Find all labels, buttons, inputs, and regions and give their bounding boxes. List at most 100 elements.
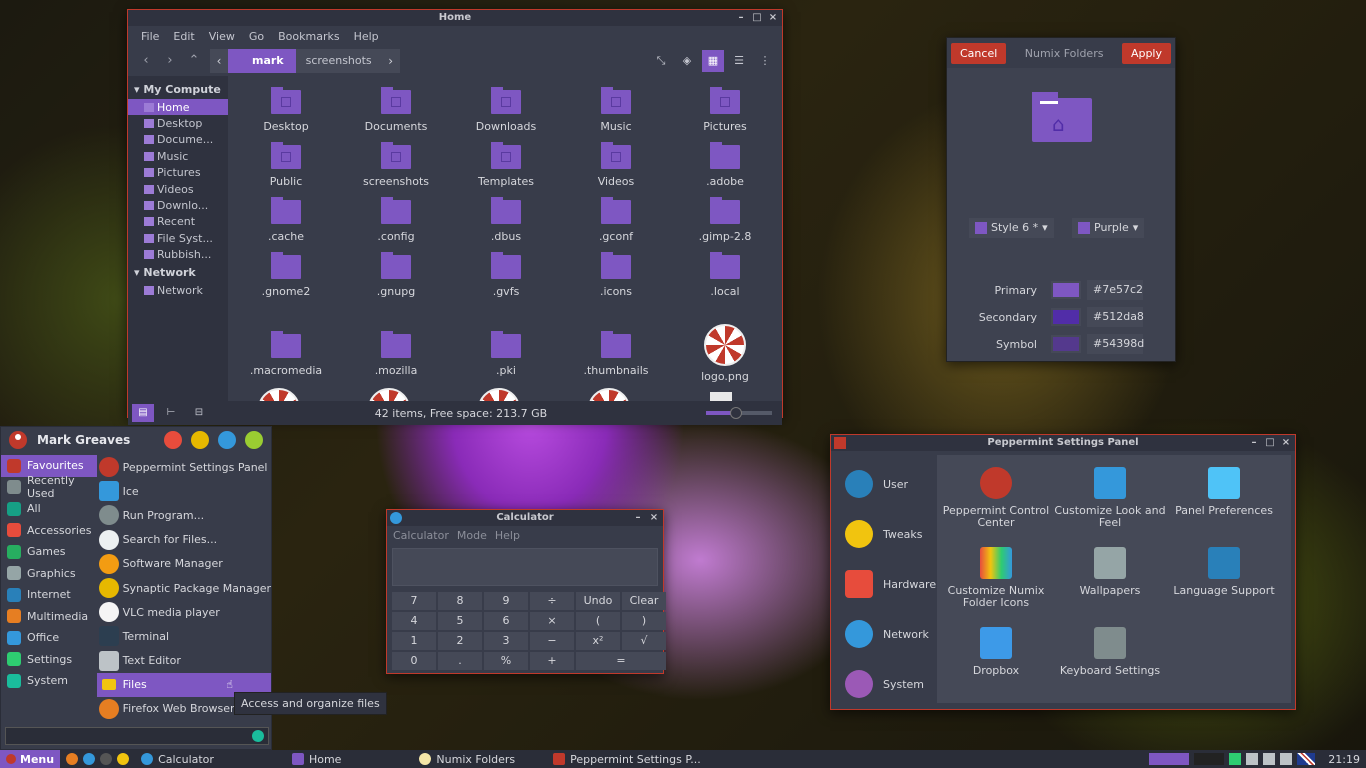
clock[interactable]: 21:19	[1328, 753, 1360, 766]
calc-key[interactable]: ×	[530, 612, 574, 630]
file-item[interactable]: .mozilla	[346, 324, 446, 377]
app-vlc[interactable]: VLC media player	[97, 600, 271, 624]
category-all[interactable]: All	[1, 498, 97, 520]
file-item[interactable]: .gnupg	[346, 252, 446, 298]
file-item[interactable]: .config	[346, 197, 446, 243]
calc-key[interactable]: x²	[576, 632, 620, 650]
symbol-hex-input[interactable]: #54398d	[1087, 334, 1144, 354]
sidebar-item-rubbish[interactable]: Rubbish...	[128, 247, 228, 263]
calc-key[interactable]: −	[530, 632, 574, 650]
category-graphics[interactable]: Graphics	[1, 563, 97, 585]
files-icon[interactable]	[117, 753, 130, 765]
menu-mode[interactable]: Mode	[453, 529, 491, 542]
calc-key[interactable]: +	[530, 652, 574, 670]
task-home[interactable]: Home	[286, 750, 353, 768]
zoom-slider[interactable]	[706, 407, 772, 419]
close-icon[interactable]: ×	[649, 510, 659, 526]
resize-icon[interactable]: ⤡	[650, 50, 672, 72]
calc-key[interactable]: 2	[438, 632, 482, 650]
category-recently-used[interactable]: Recently Used	[1, 474, 97, 500]
power-icon[interactable]	[245, 431, 263, 449]
sp-category-user[interactable]: User	[831, 459, 933, 509]
up-icon[interactable]: ⌃	[182, 50, 206, 72]
sp-item-wallpapers[interactable]: Wallpapers	[1054, 547, 1166, 597]
calc-key[interactable]: )	[622, 612, 666, 630]
sp-category-hardware[interactable]: Hardware	[831, 559, 936, 609]
sp-category-tweaks[interactable]: Tweaks	[831, 509, 933, 559]
menu-go[interactable]: Go	[242, 30, 271, 43]
minimize-icon[interactable]: –	[736, 10, 746, 26]
keyboard-layout-flag-icon[interactable]	[1297, 753, 1316, 765]
file-item[interactable]: .gvfs	[456, 252, 556, 298]
volume-icon[interactable]	[1280, 753, 1293, 765]
firefox-icon[interactable]	[66, 753, 79, 765]
compact-view-icon[interactable]: ⋮	[754, 50, 776, 72]
sp-category-system[interactable]: System	[831, 659, 933, 709]
sp-item-numix-folders[interactable]: Customize Numix Folder Icons	[940, 547, 1052, 609]
calc-key[interactable]: √	[622, 632, 666, 650]
file-item[interactable]: .adobe	[675, 142, 775, 188]
file-item[interactable]: Pictures	[675, 87, 775, 133]
calc-key[interactable]: %	[484, 652, 528, 670]
calc-key[interactable]: 4	[392, 612, 436, 630]
category-games[interactable]: Games	[1, 541, 97, 563]
maximize-icon[interactable]: □	[1265, 435, 1275, 451]
file-item[interactable]: .gconf	[566, 197, 666, 243]
sp-item-look-feel[interactable]: Customize Look and Feel	[1054, 467, 1166, 529]
avatar[interactable]	[9, 431, 27, 449]
calc-key[interactable]: .	[438, 652, 482, 670]
ice-icon[interactable]	[83, 753, 96, 765]
image-file-icon[interactable]	[588, 388, 630, 401]
calc-key[interactable]: 8	[438, 592, 482, 610]
file-item[interactable]: logo.png	[675, 324, 775, 383]
sidebar-item-desktop[interactable]: Desktop	[128, 115, 228, 131]
calc-key[interactable]: ÷	[530, 592, 574, 610]
calc-key[interactable]: 1	[392, 632, 436, 650]
sidebar-item-documents[interactable]: Docume...	[128, 132, 228, 148]
category-system[interactable]: System	[1, 670, 97, 692]
file-item[interactable]: .icons	[566, 252, 666, 298]
app-text-editor[interactable]: Text Editor	[97, 649, 271, 673]
wifi-icon[interactable]	[1246, 753, 1259, 765]
crumb-right-icon[interactable]: ›	[382, 54, 400, 68]
maximize-icon[interactable]: □	[752, 10, 762, 26]
workspace-switcher[interactable]	[1149, 753, 1190, 765]
sidebar-item-music[interactable]: Music	[128, 148, 228, 164]
menu-edit[interactable]: Edit	[166, 30, 201, 43]
calc-key[interactable]: Clear	[622, 592, 666, 610]
crumb-left-icon[interactable]: ‹	[210, 54, 228, 68]
task-settings-panel[interactable]: Peppermint Settings P...	[547, 750, 713, 768]
task-numix-folders[interactable]: Numix Folders	[413, 750, 527, 768]
sp-item-panel-preferences[interactable]: Panel Preferences	[1168, 467, 1280, 517]
menu-help[interactable]: Help	[347, 30, 386, 43]
file-item[interactable]: screenshots	[346, 142, 446, 188]
calc-key[interactable]: 9	[484, 592, 528, 610]
calc-key[interactable]: 6	[484, 612, 528, 630]
app-ice[interactable]: Ice	[97, 479, 271, 503]
sp-item-language[interactable]: Language Support	[1168, 547, 1280, 597]
primary-hex-input[interactable]: #7e57c2	[1087, 280, 1143, 300]
minimize-icon[interactable]: –	[633, 510, 643, 526]
sp-item-control-center[interactable]: Peppermint Control Center	[940, 467, 1052, 529]
close-icon[interactable]: ×	[768, 10, 778, 26]
color-select[interactable]: Purple ▾	[1072, 218, 1145, 238]
calc-display[interactable]	[392, 548, 658, 586]
sidebar-item-network[interactable]: Network	[128, 282, 228, 298]
calc-key[interactable]: 7	[392, 592, 436, 610]
image-file-icon[interactable]	[258, 388, 300, 401]
file-item[interactable]: .dbus	[456, 197, 556, 243]
sidebar-item-pictures[interactable]: Pictures	[128, 165, 228, 181]
shield-icon[interactable]	[1229, 753, 1242, 765]
app-peppermint-settings[interactable]: Peppermint Settings Panel	[97, 455, 271, 479]
file-item[interactable]: Templates	[456, 142, 556, 188]
tree-icon[interactable]: ⊢	[160, 404, 182, 422]
cancel-button[interactable]: Cancel	[951, 42, 1007, 64]
menu-search-input[interactable]	[5, 727, 269, 745]
app-run-program[interactable]: Run Program...	[97, 503, 271, 527]
app-search-files[interactable]: Search for Files...	[97, 528, 271, 552]
file-item[interactable]: Music	[566, 87, 666, 133]
battery-icon[interactable]	[1263, 753, 1276, 765]
sidebar-item-recent[interactable]: Recent	[128, 214, 228, 230]
places-icon[interactable]: ▤	[132, 404, 154, 422]
menu-help[interactable]: Help	[491, 529, 524, 542]
